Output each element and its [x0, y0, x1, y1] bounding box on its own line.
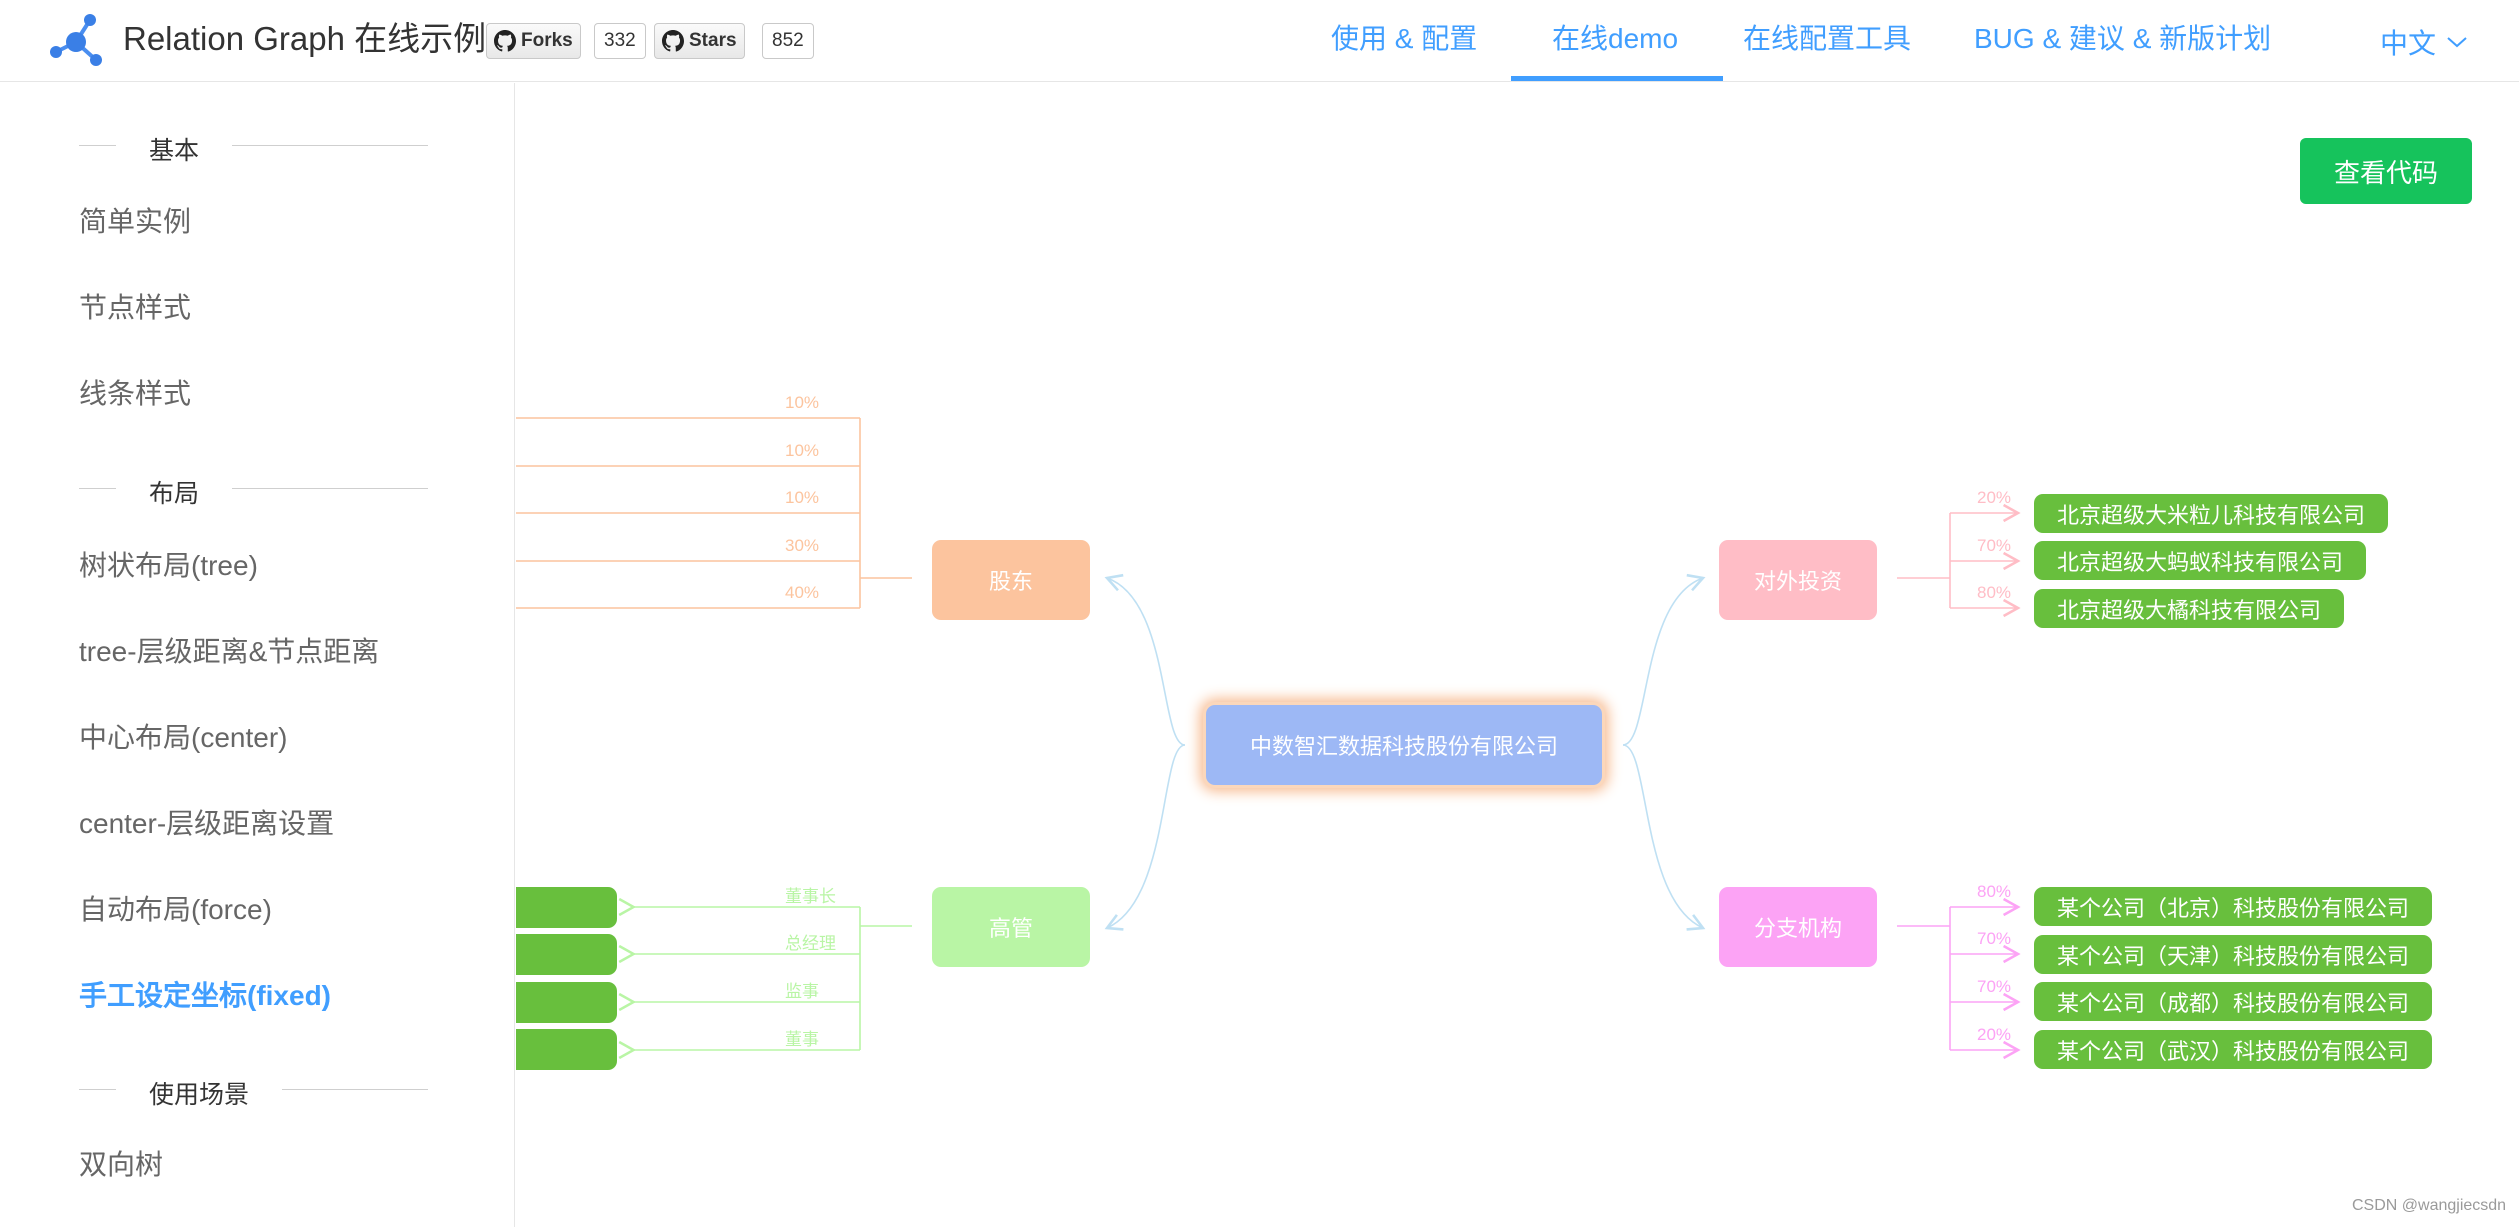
node-branch-child[interactable]: 某个公司（成都）科技股份有限公司 — [2034, 982, 2433, 1021]
edge-label: 70% — [1977, 929, 2012, 948]
app-title: Relation Graph 在线示例 — [123, 20, 487, 57]
group-divider — [282, 1089, 428, 1090]
github-stars-button[interactable]: Stars — [654, 23, 745, 59]
edge-label: 总经理 — [785, 934, 836, 953]
chevron-down-icon — [2447, 37, 2467, 48]
forks-count[interactable]: 332 — [594, 23, 646, 59]
edge-label: 董事长 — [785, 887, 836, 906]
nav-bug-suggestions[interactable]: BUG & 建议 & 新版计划 — [1974, 0, 2271, 82]
menu-item-fixed-layout[interactable]: 手工设定坐标(fixed) — [79, 974, 331, 1014]
edge-label: 40% — [785, 583, 820, 602]
nav-usage-config[interactable]: 使用 & 配置 — [1331, 0, 1477, 82]
group-divider — [232, 488, 428, 489]
group-divider — [79, 1089, 116, 1090]
edge-label: 监事 — [785, 982, 819, 1001]
group-divider — [232, 145, 428, 146]
relation-graph-logo-icon[interactable] — [48, 12, 104, 68]
edge-center-executives — [1104, 744, 1186, 931]
node-branch-child[interactable]: 某个公司（天津）科技股份有限公司 — [2034, 935, 2433, 974]
edge-label: 20% — [1977, 488, 2012, 507]
watermark: CSDN @wangjiecsdn — [2352, 1197, 2507, 1214]
node-executives[interactable]: 高管 — [932, 887, 1090, 967]
edge-label: 董事 — [785, 1030, 819, 1049]
menu-item-simple-example[interactable]: 简单实例 — [79, 200, 191, 240]
edge-label: 20% — [1977, 1025, 2012, 1044]
node-investment-child[interactable]: 北京超级大米粒儿科技有限公司 — [2034, 494, 2389, 533]
edge-label: 30% — [785, 536, 820, 555]
node-executive-child[interactable] — [516, 1029, 617, 1070]
sidebar: 基本 简单实例 节点样式 线条样式 布局 树状布局(tree) tree-层级距… — [0, 83, 515, 1227]
node-branch-child[interactable]: 某个公司（北京）科技股份有限公司 — [2034, 887, 2433, 926]
group-title-layout: 布局 — [149, 480, 200, 508]
group-divider — [79, 145, 116, 146]
menu-item-center-distance[interactable]: center-层级距离设置 — [79, 802, 334, 842]
menu-item-tree-layout[interactable]: 树状布局(tree) — [79, 544, 258, 584]
node-branch-child[interactable]: 某个公司（武汉）科技股份有限公司 — [2034, 1030, 2433, 1069]
edge-label: 80% — [1977, 583, 2012, 602]
group-divider — [79, 488, 116, 489]
nav-online-demo[interactable]: 在线demo — [1552, 0, 1678, 82]
language-label: 中文 — [2380, 28, 2437, 59]
stars-label: Stars — [689, 30, 737, 51]
group-title-scenarios: 使用场景 — [149, 1081, 250, 1109]
shareholder-edges — [516, 417, 912, 609]
node-investment-child[interactable]: 北京超级大蚂蚁科技有限公司 — [2034, 541, 2367, 580]
menu-item-tree-distance[interactable]: tree-层级距离&节点距离 — [79, 630, 379, 670]
edge-center-investments — [1622, 573, 1706, 746]
node-shareholders[interactable]: 股东 — [932, 540, 1090, 620]
view-code-button[interactable]: 查看代码 — [2300, 138, 2472, 204]
node-executive-child[interactable] — [516, 934, 617, 975]
node-center-company[interactable]: 中数智汇数据科技股份有限公司 — [1206, 705, 1602, 785]
executive-edges — [632, 907, 912, 1050]
edge-label: 10% — [785, 441, 820, 460]
nav-config-tool[interactable]: 在线配置工具 — [1743, 0, 1911, 82]
stars-count[interactable]: 852 — [762, 23, 814, 59]
edge-label: 10% — [785, 488, 820, 507]
edge-label: 70% — [1977, 536, 2012, 555]
active-nav-indicator — [1511, 76, 1723, 81]
edge-center-branches — [1622, 744, 1706, 931]
edge-label: 80% — [1977, 882, 2012, 901]
top-header: Relation Graph 在线示例 Forks 332 Stars 852 … — [0, 0, 2519, 82]
language-select[interactable]: 中文 — [2380, 22, 2468, 62]
menu-item-node-style[interactable]: 节点样式 — [79, 286, 191, 326]
edge-label: 70% — [1977, 977, 2012, 996]
node-investments[interactable]: 对外投资 — [1719, 540, 1877, 620]
edge-center-shareholders — [1104, 573, 1186, 746]
github-icon — [662, 30, 684, 52]
node-branches[interactable]: 分支机构 — [1719, 887, 1877, 967]
github-icon — [494, 30, 516, 52]
menu-item-line-style[interactable]: 线条样式 — [79, 372, 191, 412]
node-investment-child[interactable]: 北京超级大橘科技有限公司 — [2034, 589, 2345, 628]
menu-item-center-layout[interactable]: 中心布局(center) — [79, 716, 287, 756]
github-forks-button[interactable]: Forks — [486, 23, 581, 59]
forks-label: Forks — [521, 30, 573, 51]
node-executive-child[interactable] — [516, 887, 617, 928]
group-title-basic: 基本 — [149, 137, 200, 165]
edge-label: 10% — [785, 393, 820, 412]
menu-item-bidirectional-tree[interactable]: 双向树 — [79, 1143, 163, 1183]
menu-item-force-layout[interactable]: 自动布局(force) — [79, 888, 272, 928]
node-executive-child[interactable] — [516, 982, 617, 1023]
